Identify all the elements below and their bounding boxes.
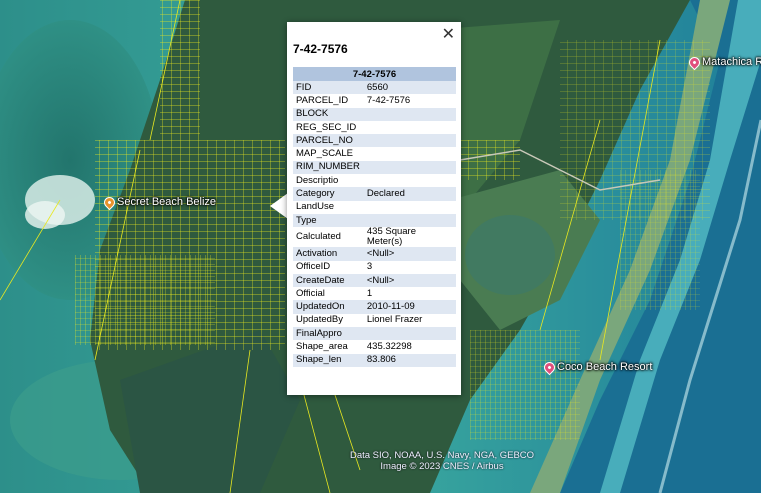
field-name: OfficeID (296, 261, 331, 273)
table-row: Category Declared (293, 187, 456, 201)
table-row: FinalAppro (293, 327, 456, 341)
parcel-popup: ✕ 7-42-7576 7-42-7576 FID 6560 PARCEL_ID 7-… (287, 22, 461, 395)
field-value (363, 201, 456, 214)
field-value: 435 Square Meter(s) (366, 226, 416, 248)
map-pin-icon (101, 194, 118, 210)
field-value: Declared (362, 187, 456, 201)
table-row: Activation <Null> (293, 247, 456, 261)
table-row: PARCEL_NO (293, 134, 456, 148)
table-row: LandUse (293, 201, 456, 214)
field-value: <Null> (362, 273, 456, 288)
field-value: 435.32298 (366, 340, 412, 352)
table-row: Type (293, 213, 456, 228)
table-row: OfficeID 3 (293, 261, 456, 274)
field-value (362, 160, 456, 175)
field-value (362, 327, 456, 341)
field-name: PARCEL_NO (293, 134, 363, 148)
table-header: 7-42-7576 (293, 67, 456, 81)
field-name: Official (296, 287, 325, 299)
table-row: Official 1 (293, 287, 456, 300)
field-name: FID (293, 81, 363, 95)
place-marker-coco-beach[interactable]: Coco Beach Resort (541, 359, 653, 375)
attribute-rows: FID 6560 PARCEL_ID 7-42-7576 BLOCK REG_SEC_ID… (293, 81, 456, 367)
field-name: Descriptio (296, 174, 339, 186)
field-name: PARCEL_ID (296, 94, 349, 106)
field-name: REG_SEC_ID (296, 121, 357, 133)
table-row: RIM_NUMBER (293, 160, 456, 175)
table-row: CreateDate <Null> (293, 273, 456, 288)
field-name: MAP_SCALE (296, 148, 354, 160)
place-label: Coco Beach Resort (557, 361, 653, 373)
field-name: LandUse (296, 201, 335, 213)
field-value: 2010-11-09 (362, 300, 456, 314)
attribute-table: 7-42-7576 FID 6560 PARCEL_ID 7-42-7576 BLOCK… (293, 67, 456, 367)
table-row: Calculated 435 Square Meter(s) (293, 227, 456, 247)
map-attribution: Data SIO, NOAA, U.S. Navy, NGA, GEBCO Im… (332, 450, 552, 472)
field-name: Activation (293, 247, 363, 261)
field-name: CreateDate (293, 273, 363, 288)
table-row: UpdatedOn 2010-11-09 (293, 300, 456, 314)
field-value (362, 134, 456, 148)
table-row: Shape_len 83.806 (293, 353, 456, 367)
table-row: UpdatedBy Lionel Frazer (293, 314, 456, 327)
field-value: 1 (366, 287, 373, 299)
map-pin-icon (686, 54, 703, 70)
field-value: Lionel Frazer (366, 314, 423, 326)
field-value (363, 121, 456, 134)
table-row: BLOCK (293, 107, 456, 121)
field-value (363, 147, 456, 160)
popup-title: 7-42-7576 (293, 42, 348, 56)
map-pin-icon (541, 359, 558, 375)
table-row: PARCEL_ID 7-42-7576 (293, 94, 456, 107)
field-name: RIM_NUMBER (293, 160, 363, 175)
field-name: FinalAppro (293, 327, 363, 341)
field-value: 7-42-7576 (366, 94, 411, 106)
place-label: Matachica R (702, 56, 761, 68)
attribution-line-1: Data SIO, NOAA, U.S. Navy, NGA, GEBCO (349, 450, 535, 461)
field-name: UpdatedBy (296, 314, 344, 326)
field-value (363, 174, 456, 187)
field-name: UpdatedOn (293, 300, 363, 314)
field-name: Shape_len (293, 353, 363, 367)
table-row: REG_SEC_ID (293, 121, 456, 134)
field-value: 3 (366, 261, 373, 273)
table-row: MAP_SCALE (293, 147, 456, 160)
table-row: Shape_area 435.32298 (293, 340, 456, 353)
field-value: 6560 (362, 81, 456, 95)
field-name: Calculated (296, 231, 341, 243)
field-value (362, 107, 456, 121)
place-label: Secret Beach Belize (117, 196, 217, 208)
field-value: <Null> (362, 247, 456, 261)
place-marker-secret-beach[interactable]: Secret Beach Belize (101, 194, 217, 210)
close-icon[interactable]: ✕ (442, 24, 455, 43)
field-name: Category (293, 187, 363, 201)
field-name: Shape_area (296, 340, 348, 352)
table-row: FID 6560 (293, 81, 456, 95)
popup-pointer (270, 193, 288, 219)
place-marker-matachica[interactable]: Matachica R (686, 54, 761, 70)
field-value: 83.806 (362, 353, 456, 367)
table-row: Descriptio (293, 174, 456, 187)
attribution-line-2: Image © 2023 CNES / Airbus (380, 461, 504, 472)
field-name: BLOCK (293, 107, 363, 121)
field-value (362, 213, 456, 228)
field-name: Type (293, 213, 363, 228)
